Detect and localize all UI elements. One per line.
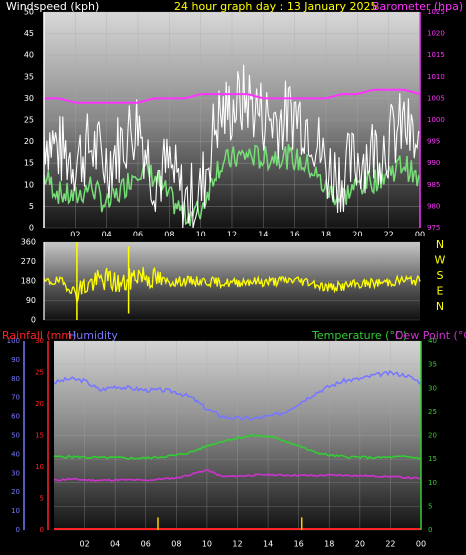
humidity-y-tick: 30 (11, 469, 20, 477)
temp-x-tick: 20 (355, 540, 365, 549)
barometer-y-tick: 985 (427, 181, 440, 189)
direction-y-tick: 0 (31, 316, 36, 325)
wind-y-tick: 25 (24, 116, 34, 125)
wind-y-tick: 20 (24, 137, 34, 146)
barometer-y-tick: 980 (427, 202, 440, 210)
wind-y-tick: 40 (24, 51, 34, 60)
graph-title: 24 hour graph day : 13 January 2025 (174, 0, 378, 13)
temperature-y-tick: 30 (428, 384, 437, 392)
rain-y-tick: 25 (35, 369, 44, 377)
temp-x-tick: 08 (171, 540, 181, 549)
temp-x-tick: 06 (141, 540, 151, 549)
humidity-y-tick: 90 (11, 356, 20, 364)
temp-x-tick: 10 (202, 540, 212, 549)
compass-label: S (437, 269, 444, 282)
temp-x-tick: 12 (232, 540, 242, 549)
humidity-y-tick: 80 (11, 375, 20, 383)
compass-label: N (436, 238, 444, 251)
humidity-y-tick: 10 (11, 507, 20, 515)
barometer-y-tick: 990 (427, 159, 440, 167)
humidity-y-tick: 0 (16, 526, 20, 534)
temp-x-tick: 16 (294, 540, 304, 549)
rain-y-tick: 10 (35, 463, 44, 471)
wind-direction-chart: 360270180900NWSEN (21, 238, 446, 325)
temperature-y-tick: 5 (428, 502, 432, 510)
wind-y-tick: 45 (24, 29, 34, 38)
wind-y-tick: 30 (24, 94, 34, 103)
barometer-y-tick: 1020 (427, 30, 445, 38)
direction-y-tick: 360 (21, 238, 36, 247)
temp-x-tick: 22 (385, 540, 395, 549)
rain-y-tick: 0 (40, 526, 44, 534)
windspeed-axis-title: Windspeed (kph) (6, 0, 99, 13)
humidity-y-tick: 70 (11, 394, 20, 402)
temperature-y-tick: 15 (428, 455, 437, 463)
wind-y-tick: 35 (24, 72, 34, 81)
temperature-y-tick: 20 (428, 432, 437, 440)
humidity-axis-title: Humidity (68, 329, 118, 342)
temperature-y-tick: 0 (428, 526, 432, 534)
direction-y-tick: 180 (21, 277, 36, 286)
temperature-axis-title: Temperature (°C) (311, 329, 407, 342)
barometer-axis-title: Barometer (hpa) (372, 0, 463, 13)
temperature-humidity-chart: 0510152025303540010203040506070809010005… (2, 329, 466, 549)
humidity-y-tick: 40 (11, 450, 20, 458)
temperature-y-tick: 35 (428, 361, 437, 369)
humidity-y-tick: 20 (11, 488, 20, 496)
temp-x-tick: 02 (79, 540, 89, 549)
barometer-y-tick: 1005 (427, 94, 445, 102)
direction-y-tick: 270 (21, 257, 36, 266)
wind-y-tick: 10 (24, 180, 34, 189)
humidity-y-tick: 50 (11, 432, 20, 440)
temp-x-tick: 14 (263, 540, 273, 549)
temp-x-tick: 00 (416, 540, 426, 549)
compass-label: E (437, 285, 444, 298)
temp-x-tick: 04 (110, 540, 120, 549)
rain-y-tick: 5 (40, 495, 44, 503)
dewpoint-axis-title: Dew Point (°C) (395, 329, 466, 342)
temperature-y-tick: 25 (428, 408, 437, 416)
barometer-y-tick: 1015 (427, 51, 445, 59)
rain-y-tick: 15 (35, 432, 44, 440)
wind-y-tick: 5 (29, 202, 34, 211)
temp-x-tick: 18 (324, 540, 334, 549)
weather-graph-page: 0 5 10 15 20 25 30 35 40 45 50 975 980 985 990 995 1000 1… (0, 0, 466, 555)
barometer-y-tick: 975 (427, 224, 440, 232)
rainfall-axis-title: Rainfall (mm) (2, 329, 76, 342)
compass-label: N (436, 300, 444, 313)
temperature-y-tick: 10 (428, 479, 437, 487)
barometer-y-tick: 995 (427, 138, 440, 146)
wind-y-tick: 0 (29, 224, 34, 233)
rain-y-tick: 20 (35, 400, 44, 408)
barometer-y-tick: 1010 (427, 73, 445, 81)
wind-y-tick: 15 (24, 159, 34, 168)
compass-label: W (435, 254, 446, 267)
wind-barometer-chart: 0510152025303540455097598098599099510001… (6, 0, 463, 236)
direction-y-tick: 90 (26, 296, 36, 305)
humidity-y-tick: 60 (11, 413, 20, 421)
barometer-y-tick: 1000 (427, 116, 445, 124)
